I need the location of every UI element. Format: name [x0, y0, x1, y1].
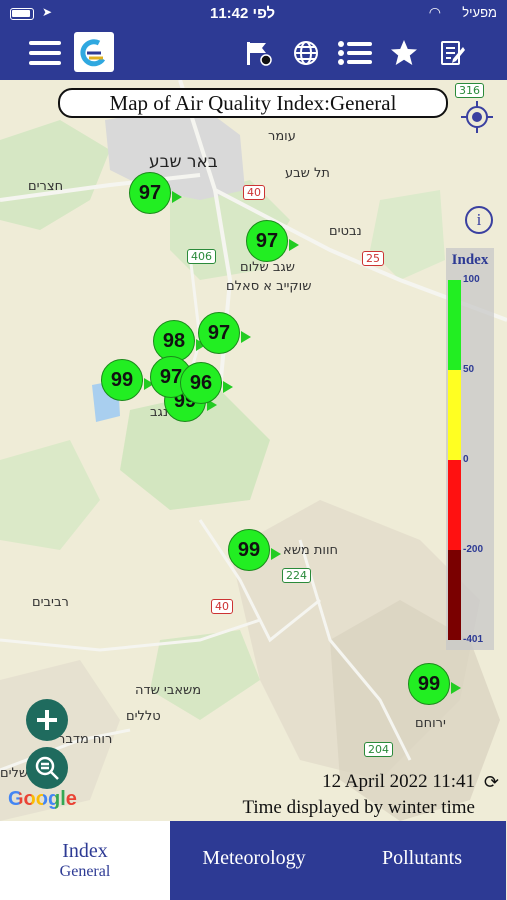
- station-marker[interactable]: 97: [246, 220, 299, 262]
- legend-bar-moderate: [448, 370, 461, 460]
- map-title: Map of Air Quality Index:General: [58, 88, 448, 118]
- station-marker[interactable]: 96: [180, 362, 233, 404]
- road-shield: 25: [362, 251, 384, 266]
- tab-index[interactable]: Index General: [0, 821, 170, 900]
- place-label: חצרים: [28, 179, 64, 194]
- status-carrier: מפעיל: [462, 5, 497, 20]
- battery-icon: [10, 8, 34, 20]
- road-shield: 40: [211, 599, 233, 614]
- zoom-search-button[interactable]: [26, 747, 68, 789]
- place-label: טללים: [126, 709, 161, 724]
- place-label: תל שבע: [285, 166, 330, 181]
- list-icon[interactable]: [338, 36, 372, 70]
- place-label: רביבים: [32, 595, 69, 610]
- location-arrow-icon: ➤: [42, 5, 53, 19]
- refresh-icon[interactable]: ⟳: [484, 772, 499, 793]
- globe-icon[interactable]: [289, 36, 323, 70]
- google-attribution: Google: [8, 788, 77, 810]
- star-icon[interactable]: [387, 36, 421, 70]
- place-label: באר שבע: [149, 152, 218, 172]
- legend-bar-very-bad: [448, 550, 461, 640]
- app-header: ➤ 11:42 לפי ◠ מפעיל: [0, 0, 507, 80]
- flag-icon[interactable]: [241, 36, 275, 70]
- road-shield: 204: [364, 742, 393, 757]
- wifi-icon: ◠: [428, 4, 441, 20]
- map-view[interactable]: עומר באר שבע תל שבע חצרים נבטים שגב שלום…: [0, 80, 507, 821]
- place-label: חוות משא: [283, 543, 338, 558]
- info-icon[interactable]: i: [465, 206, 493, 234]
- road-shield: 316: [455, 83, 484, 98]
- time-note: Time displayed by winter time: [242, 797, 475, 818]
- legend-bar-bad: [448, 460, 461, 550]
- station-marker[interactable]: 99: [101, 359, 154, 401]
- road-shield: 40: [243, 185, 265, 200]
- legend-bar-good: [448, 280, 461, 370]
- bottom-tab-bar: Index General Meteorology Pollutants: [0, 821, 507, 900]
- zoom-in-button[interactable]: [26, 699, 68, 741]
- place-label: ירוחם: [415, 716, 446, 731]
- station-marker[interactable]: 97: [129, 172, 182, 214]
- status-time: 11:42 לפי: [210, 5, 276, 22]
- tab-label: Index: [62, 840, 108, 862]
- place-label: נבטים: [329, 224, 362, 239]
- station-marker[interactable]: 97: [198, 312, 251, 354]
- locate-me-icon[interactable]: [460, 100, 494, 134]
- tab-pollutants[interactable]: Pollutants: [338, 821, 506, 900]
- app-logo: [74, 32, 114, 72]
- place-label: עומר: [268, 129, 296, 144]
- legend-tick: -200: [463, 544, 484, 555]
- place-label: שגב שלום: [240, 260, 295, 275]
- road-shield: 224: [282, 568, 311, 583]
- legend-tick: 50: [463, 364, 475, 375]
- legend-title: Index: [451, 252, 489, 268]
- legend-tick: 100: [463, 274, 480, 285]
- index-legend: Index 100 50 0 -200 -401: [446, 248, 494, 650]
- tab-meteorology[interactable]: Meteorology: [170, 821, 338, 900]
- place-label: משאבי שדה: [135, 683, 202, 698]
- status-bar: ➤ 11:42 לפי ◠ מפעיל: [0, 0, 507, 28]
- station-marker[interactable]: 99: [408, 663, 461, 705]
- place-label: רוח מדבר: [58, 732, 113, 747]
- legend-tick: 0: [463, 454, 469, 465]
- road-shield: 406: [187, 249, 216, 264]
- tab-sublabel: General: [59, 863, 111, 880]
- edit-icon[interactable]: [436, 36, 470, 70]
- station-marker[interactable]: 99: [228, 529, 281, 571]
- place-label: שוקייב א סאלם: [226, 279, 312, 294]
- data-timestamp: 12 April 2022 11:41: [322, 771, 475, 792]
- legend-tick: -401: [463, 634, 484, 645]
- menu-icon[interactable]: [28, 36, 62, 70]
